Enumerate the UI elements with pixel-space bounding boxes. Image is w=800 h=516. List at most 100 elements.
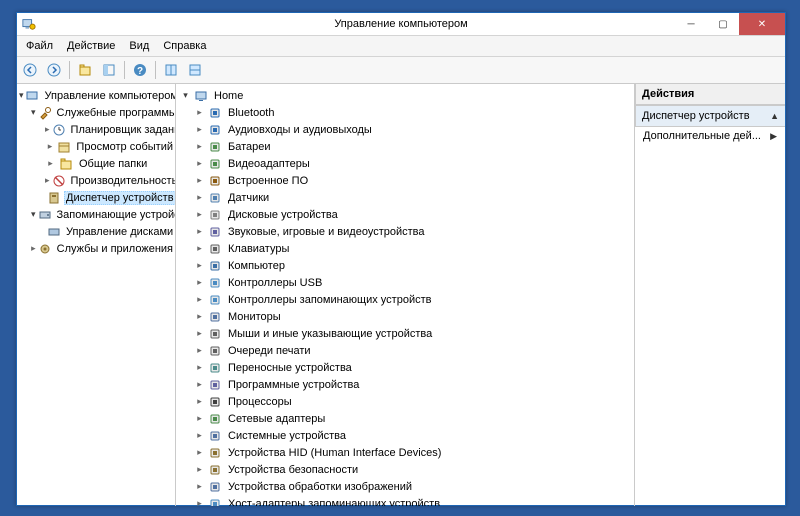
expander-icon[interactable]: ▸ [194, 396, 205, 407]
device-category[interactable]: ▸Контроллеры USB [176, 274, 634, 291]
back-button[interactable] [19, 59, 41, 81]
device-category[interactable]: ▸Устройства обработки изображений [176, 478, 634, 495]
expander-icon[interactable]: ▸ [194, 379, 205, 390]
category-label: Программные устройства [226, 379, 361, 391]
expander-icon[interactable]: ▸ [194, 430, 205, 441]
device-category[interactable]: ▸Компьютер [176, 257, 634, 274]
device-category[interactable]: ▸Устройства HID (Human Interface Devices… [176, 444, 634, 461]
tree-scheduler[interactable]: ▸ Планировщик заданий [17, 121, 175, 138]
category-label: Встроенное ПО [226, 175, 310, 187]
view2-button[interactable] [184, 59, 206, 81]
actions-more[interactable]: Дополнительные дей... ▶ [635, 127, 785, 145]
device-category[interactable]: ▸Видеоадаптеры [176, 155, 634, 172]
menu-action[interactable]: Действие [60, 40, 122, 52]
category-icon [207, 309, 223, 325]
tree-storage[interactable]: ▾ Запоминающие устройст [17, 206, 175, 223]
expander-icon[interactable]: ▸ [45, 141, 55, 152]
device-category[interactable]: ▸Мониторы [176, 308, 634, 325]
expander-icon[interactable]: ▸ [194, 226, 205, 237]
expander-icon[interactable]: ▾ [19, 90, 24, 101]
device-category[interactable]: ▸Батареи [176, 138, 634, 155]
tree-system-tools[interactable]: ▾ Служебные программы [17, 104, 175, 121]
forward-button[interactable] [43, 59, 65, 81]
expander-icon[interactable]: ▸ [194, 277, 205, 288]
tree-label: Диспетчер устройств [64, 191, 176, 205]
menu-view[interactable]: Вид [122, 40, 156, 52]
category-icon [207, 394, 223, 410]
expander-icon[interactable]: ▾ [31, 107, 36, 118]
category-icon [207, 275, 223, 291]
expander-icon[interactable]: ▸ [194, 141, 205, 152]
device-root[interactable]: ▾ Home [176, 87, 634, 104]
tree-root[interactable]: ▾ Управление компьютером (л [17, 87, 175, 104]
device-category[interactable]: ▸Системные устройства [176, 427, 634, 444]
expander-icon[interactable]: ▸ [194, 345, 205, 356]
minimize-button[interactable]: ─ [675, 13, 707, 35]
device-mgr-icon [47, 190, 61, 206]
expander-icon[interactable]: ▸ [194, 447, 205, 458]
expander-icon[interactable]: ▸ [194, 464, 205, 475]
device-category[interactable]: ▸Мыши и иные указывающие устройства [176, 325, 634, 342]
expander-icon[interactable]: ▸ [194, 192, 205, 203]
view1-button[interactable] [160, 59, 182, 81]
expander-icon[interactable]: ▸ [194, 413, 205, 424]
expander-icon[interactable]: ▸ [194, 124, 205, 135]
expander-icon[interactable]: ▾ [180, 90, 191, 101]
tree-devmgr[interactable]: Диспетчер устройств [17, 189, 175, 206]
device-category[interactable]: ▸Сетевые адаптеры [176, 410, 634, 427]
console-tree: ▾ Управление компьютером (л ▾ Служебные … [17, 84, 176, 506]
close-button[interactable]: ✕ [739, 13, 785, 35]
device-category[interactable]: ▸ Хост-адаптеры запоминающих устройств [176, 495, 634, 506]
device-category[interactable]: ▸Звуковые, игровые и видеоустройства [176, 223, 634, 240]
up-button[interactable] [74, 59, 96, 81]
tree-shared[interactable]: ▸ Общие папки [17, 155, 175, 172]
expander-icon[interactable]: ▸ [194, 158, 205, 169]
actions-sub-header[interactable]: Диспетчер устройств ▲ [635, 105, 785, 127]
menu-file[interactable]: Файл [19, 40, 60, 52]
tree-performance[interactable]: ▸ Производительность [17, 172, 175, 189]
maximize-button[interactable]: ▢ [707, 13, 739, 35]
tree-diskmgmt[interactable]: Управление дисками [17, 223, 175, 240]
expander-icon[interactable]: ▸ [194, 260, 205, 271]
show-hide-button[interactable] [98, 59, 120, 81]
category-icon [207, 496, 223, 507]
expander-icon[interactable]: ▸ [194, 328, 205, 339]
expander-icon[interactable]: ▸ [194, 481, 205, 492]
expander-icon[interactable]: ▸ [194, 107, 205, 118]
device-category[interactable]: ▸Процессоры [176, 393, 634, 410]
expander-icon[interactable]: ▸ [194, 311, 205, 322]
device-category[interactable]: ▸Датчики [176, 189, 634, 206]
device-category[interactable]: ▸ Переносные устройства [176, 359, 634, 376]
tree-eventviewer[interactable]: ▸ Просмотр событий [17, 138, 175, 155]
expander-icon[interactable]: ▸ [45, 158, 56, 169]
actions-more-label: Дополнительные дей... [643, 130, 761, 142]
device-category[interactable]: ▸Контроллеры запоминающих устройств [176, 291, 634, 308]
category-label: Хост-адаптеры запоминающих устройств [226, 498, 442, 507]
actions-header-label: Действия [642, 88, 694, 100]
expander-icon[interactable]: ▸ [45, 124, 50, 135]
expander-icon[interactable]: ▸ [194, 209, 205, 220]
device-category[interactable]: ▸Клавиатуры [176, 240, 634, 257]
expander-icon[interactable]: ▸ [45, 175, 50, 186]
expander-icon[interactable]: ▸ [194, 243, 205, 254]
device-category[interactable]: ▸Аудиовходы и аудиовыходы [176, 121, 634, 138]
device-category[interactable]: ▸Очереди печати [176, 342, 634, 359]
expander-icon[interactable]: ▸ [31, 243, 36, 254]
category-label: Переносные устройства [226, 362, 354, 374]
menubar: Файл Действие Вид Справка [17, 36, 785, 57]
device-category[interactable]: ▸Дисковые устройства [176, 206, 634, 223]
expander-icon[interactable]: ▸ [194, 175, 205, 186]
menu-help[interactable]: Справка [156, 40, 213, 52]
expander-icon[interactable]: ▸ [194, 294, 205, 305]
device-category[interactable]: ▸Bluetooth [176, 104, 634, 121]
device-category[interactable]: ▸ Программные устройства [176, 376, 634, 393]
tree-label: Управление дисками [64, 226, 175, 238]
expander-icon[interactable]: ▸ [194, 362, 205, 373]
device-category[interactable]: ▸ Встроенное ПО [176, 172, 634, 189]
device-category[interactable]: ▸Устройства безопасности [176, 461, 634, 478]
tree-label: Управление компьютером (л [43, 90, 176, 102]
tree-services[interactable]: ▸ Службы и приложения [17, 240, 175, 257]
expander-icon[interactable]: ▸ [194, 498, 205, 506]
help-button[interactable]: ? [129, 59, 151, 81]
expander-icon[interactable]: ▾ [31, 209, 36, 220]
